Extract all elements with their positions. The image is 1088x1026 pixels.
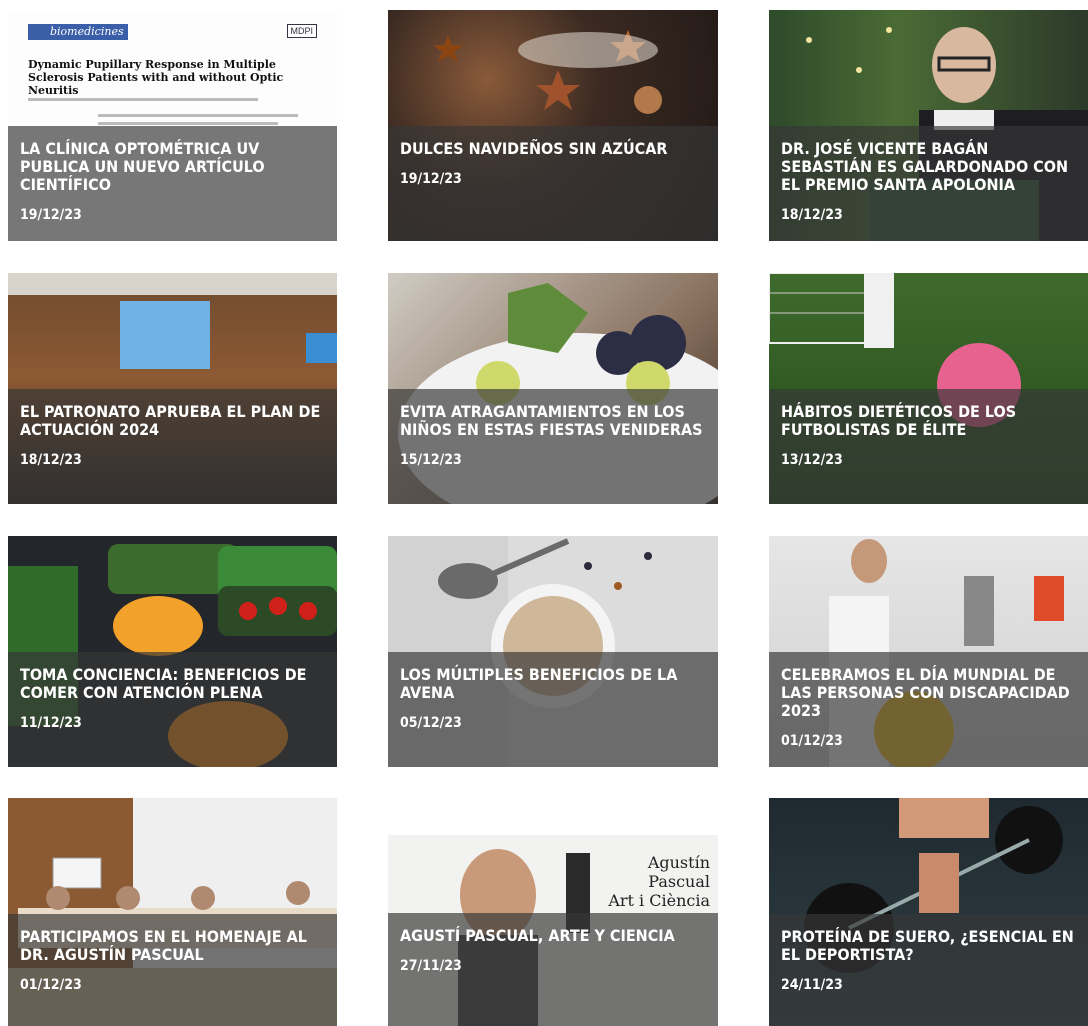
news-date: 27/11/23 xyxy=(400,958,462,974)
news-card-1[interactable]: biomedicines MDPI Dynamic Pupillary Resp… xyxy=(8,10,337,241)
card-overlay: Evita atragantamientos en los niños en e… xyxy=(388,389,718,504)
news-card-6[interactable]: Hábitos dietéticos de los futbolistas de… xyxy=(769,273,1088,504)
news-title[interactable]: Celebramos el Día Mundial de las Persona… xyxy=(781,666,1076,720)
news-title[interactable]: La clínica optométrica UV publica un nue… xyxy=(20,140,325,194)
news-card-10[interactable]: Participamos en el homenaje al Dr. Agust… xyxy=(8,798,337,1026)
news-card-2[interactable]: Dulces navideños sin azúcar 19/12/23 xyxy=(388,10,718,241)
news-card-3[interactable]: Dr. José Vicente Bagán Sebastián es gala… xyxy=(769,10,1088,241)
card-overlay: Celebramos el Día Mundial de las Persona… xyxy=(769,652,1088,767)
card-overlay: Participamos en el homenaje al Dr. Agust… xyxy=(8,914,337,1026)
news-date: 13/12/23 xyxy=(781,452,843,468)
news-date: 11/12/23 xyxy=(20,715,82,731)
news-card-7[interactable]: Toma conciencia: beneficios de comer con… xyxy=(8,536,337,767)
news-date: 19/12/23 xyxy=(20,207,82,223)
news-card-12[interactable]: Proteína de suero, ¿esencial en el depor… xyxy=(769,798,1088,1026)
news-card-8[interactable]: Los múltiples beneficios de la avena 05/… xyxy=(388,536,718,767)
card-overlay: Hábitos dietéticos de los futbolistas de… xyxy=(769,389,1088,504)
news-date: 19/12/23 xyxy=(400,171,462,187)
card-overlay: Dulces navideños sin azúcar 19/12/23 xyxy=(388,126,718,241)
card-overlay: Dr. José Vicente Bagán Sebastián es gala… xyxy=(769,126,1088,241)
news-title[interactable]: El Patronato aprueba el Plan de Actuació… xyxy=(20,403,325,439)
poster-heading: Agustín Pascual Art i Ciència xyxy=(608,853,710,910)
news-date: 01/12/23 xyxy=(781,733,843,749)
card-overlay: Toma conciencia: beneficios de comer con… xyxy=(8,652,337,767)
card-overlay: El Patronato aprueba el Plan de Actuació… xyxy=(8,389,337,504)
news-date: 18/12/23 xyxy=(20,452,82,468)
news-date: 15/12/23 xyxy=(400,452,462,468)
news-title[interactable]: Participamos en el homenaje al Dr. Agust… xyxy=(20,928,325,964)
news-title[interactable]: Evita atragantamientos en los niños en e… xyxy=(400,403,706,439)
card-overlay: Proteína de suero, ¿esencial en el depor… xyxy=(769,914,1088,1026)
news-title[interactable]: Toma conciencia: beneficios de comer con… xyxy=(20,666,325,702)
card-overlay: Agustí Pascual, arte y ciencia 27/11/23 xyxy=(388,913,718,1026)
publisher-logo: MDPI xyxy=(286,24,317,38)
news-card-5[interactable]: Evita atragantamientos en los niños en e… xyxy=(388,273,718,504)
news-card-11[interactable]: Agustín Pascual Art i Ciència Agustí Pasc… xyxy=(388,835,718,1026)
news-title[interactable]: Dulces navideños sin azúcar xyxy=(400,140,706,158)
news-title[interactable]: Hábitos dietéticos de los futbolistas de… xyxy=(781,403,1076,439)
paper-title: Dynamic Pupillary Response in Multiple S… xyxy=(28,58,284,97)
card-overlay: Los múltiples beneficios de la avena 05/… xyxy=(388,652,718,767)
news-title[interactable]: Agustí Pascual, arte y ciencia xyxy=(400,927,706,945)
news-date: 05/12/23 xyxy=(400,715,462,731)
journal-logo: biomedicines xyxy=(28,24,128,40)
news-title[interactable]: Proteína de suero, ¿esencial en el depor… xyxy=(781,928,1076,964)
news-date: 01/12/23 xyxy=(20,977,82,993)
news-title[interactable]: Dr. José Vicente Bagán Sebastián es gala… xyxy=(781,140,1076,194)
news-card-9[interactable]: Celebramos el Día Mundial de las Persona… xyxy=(769,536,1088,767)
news-title[interactable]: Los múltiples beneficios de la avena xyxy=(400,666,706,702)
news-card-4[interactable]: El Patronato aprueba el Plan de Actuació… xyxy=(8,273,337,504)
news-date: 24/11/23 xyxy=(781,977,843,993)
card-overlay: La clínica optométrica UV publica un nue… xyxy=(8,126,337,241)
news-date: 18/12/23 xyxy=(781,207,843,223)
